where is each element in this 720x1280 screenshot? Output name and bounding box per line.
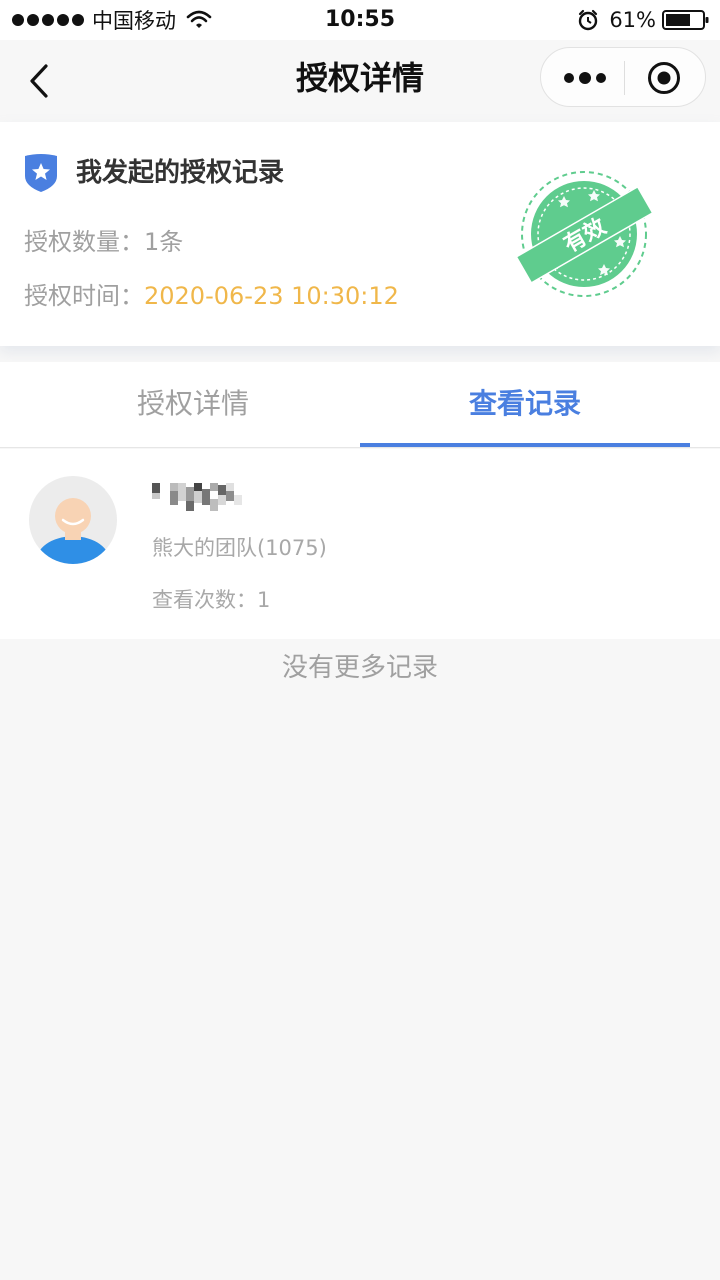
view-count: 查看次数：1: [152, 588, 271, 612]
count-value: 1条: [144, 228, 184, 256]
mini-program-capsule: [540, 47, 706, 107]
shield-star-icon: [25, 154, 57, 192]
valid-stamp: 有效: [516, 171, 652, 297]
count-label: 授权数量：: [24, 228, 144, 256]
tab-view-records[interactable]: 查看记录: [360, 362, 690, 448]
more-options-icon[interactable]: [563, 66, 607, 90]
card-title: 我发起的授权记录: [76, 158, 285, 188]
battery-percentage: 61%: [609, 8, 656, 32]
authorization-time-row: 授权时间：2020-06-23 10:30:12: [24, 279, 399, 313]
no-more-records-text: 没有更多记录: [281, 653, 438, 683]
time-label: 授权时间：: [24, 282, 144, 310]
tab-authorization-details[interactable]: 授权详情: [28, 362, 358, 448]
time-value: 2020-06-23 10:30:12: [144, 282, 399, 310]
team-name: 熊大的团队(1075): [152, 536, 327, 560]
status-bar-right: 61%: [577, 6, 710, 34]
close-mini-program-icon[interactable]: [647, 61, 681, 95]
alarm-icon: [579, 9, 598, 31]
avatar: [29, 476, 117, 564]
capsule-divider: [624, 61, 625, 95]
pixelated-username: [152, 483, 242, 511]
tab-bar: 授权详情 查看记录: [0, 362, 720, 448]
view-record-list: 熊大的团队(1075) 查看次数：1: [0, 449, 720, 639]
authorization-summary-card: 我发起的授权记录 授权数量：1条 授权时间：2020-06-23 10:30:1…: [0, 122, 720, 346]
authorization-count-row: 授权数量：1条: [24, 225, 183, 259]
navigation-bar: 授权详情: [0, 40, 720, 122]
active-tab-indicator: [360, 443, 690, 447]
status-bar: 中国移动 10:55 61%: [0, 0, 720, 40]
battery-icon: [662, 10, 709, 30]
